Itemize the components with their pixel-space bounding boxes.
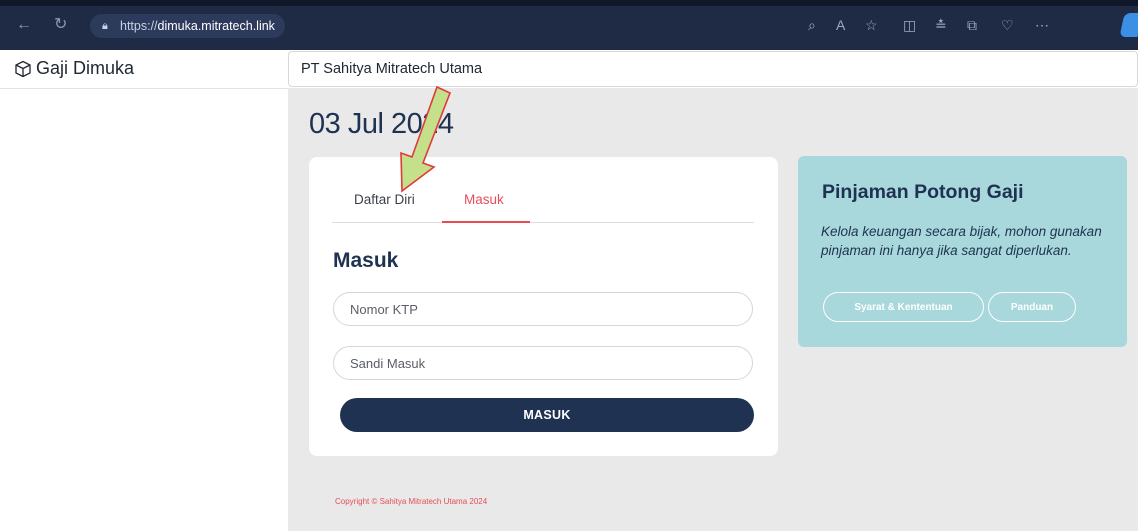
browser-essentials-icon[interactable]: ♡ xyxy=(1001,16,1014,34)
url-prefix: https:// xyxy=(120,19,158,33)
box-icon xyxy=(15,60,31,77)
terms-button[interactable]: Syarat & Kententuan xyxy=(823,292,984,322)
sidebar xyxy=(0,88,288,531)
collections-icon[interactable]: ⧉ xyxy=(967,16,977,34)
read-aloud-icon[interactable]: A xyxy=(836,16,845,34)
refresh-icon[interactable]: ↻ xyxy=(54,16,67,34)
brand-logo[interactable]: Gaji Dimuka xyxy=(14,58,134,79)
favorite-star-icon[interactable]: ☆ xyxy=(865,16,878,34)
password-input[interactable] xyxy=(333,346,753,380)
tab-masuk[interactable]: Masuk xyxy=(464,192,504,207)
company-name-bar: PT Sahitya Mitratech Utama xyxy=(288,51,1138,87)
guide-button[interactable]: Panduan xyxy=(988,292,1076,322)
favorites-icon[interactable]: ≛ xyxy=(935,16,947,34)
copyright-text: Copyright © Sahitya Mitratech Utama 2024 xyxy=(335,497,488,506)
form-title: Masuk xyxy=(333,249,399,272)
lock-icon: 🔒︎ xyxy=(102,20,108,32)
tab-strip xyxy=(0,0,1138,6)
brand-name: Gaji Dimuka xyxy=(36,58,135,78)
info-text: Kelola keuangan secara bijak, mohon guna… xyxy=(821,224,1102,258)
address-bar[interactable]: 🔒︎ https://dimuka.mitratech.link xyxy=(90,14,285,38)
url-host: dimuka.mitratech.link xyxy=(157,19,275,33)
split-screen-icon[interactable]: ◫ xyxy=(903,16,916,34)
browser-toolbar: ← ↻ 🔒︎ https://dimuka.mitratech.link ⌕ A… xyxy=(0,0,1138,50)
info-title: Pinjaman Potong Gaji xyxy=(822,181,1024,203)
login-button[interactable]: MASUK xyxy=(340,398,754,432)
annotation-arrow xyxy=(400,85,452,193)
copilot-icon[interactable] xyxy=(1119,13,1138,37)
ktp-input[interactable] xyxy=(333,292,753,326)
more-menu-icon[interactable]: ⋯ xyxy=(1035,16,1049,34)
active-tab-indicator xyxy=(442,221,530,223)
back-icon[interactable]: ← xyxy=(16,16,32,34)
zoom-icon[interactable]: ⌕ xyxy=(808,16,816,34)
